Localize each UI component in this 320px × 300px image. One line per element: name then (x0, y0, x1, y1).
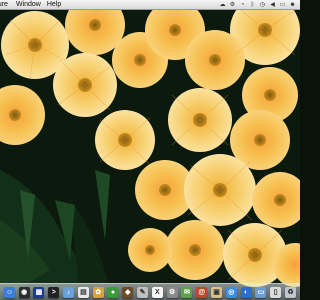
app-store-icon[interactable]: ◐ (240, 286, 252, 298)
safari-icon[interactable]: ◎ (225, 286, 237, 298)
ical-icon[interactable]: ▤ (77, 286, 89, 298)
address-book-icon[interactable]: @ (196, 286, 208, 298)
bluetooth-icon[interactable]: ᛒ (248, 1, 257, 9)
menu-extras: ☁ ⚙ ◔ ᛒ ◷ ◀ ▭ ☻ (218, 1, 300, 9)
app-icon[interactable]: ◆ (122, 286, 134, 298)
system-preferences-icon[interactable]: ⚙ (166, 286, 178, 298)
dashboard-icon[interactable]: ◉ (18, 286, 30, 298)
menu-item-capture[interactable]: pture (0, 0, 16, 9)
menu-bar: pture Window Help ☁ ⚙ ◔ ᛒ ◷ ◀ ▭ ☻ (0, 0, 300, 10)
clock-icon[interactable]: ◷ (258, 1, 267, 9)
mail-icon[interactable]: ✉ (181, 286, 193, 298)
itunes-icon[interactable]: ♪ (63, 286, 75, 298)
script-editor-icon[interactable]: ✎ (137, 286, 149, 298)
menu-item-window[interactable]: Window (16, 0, 47, 9)
volume-icon[interactable]: ◀ (268, 1, 277, 9)
x11-icon[interactable]: X (151, 286, 163, 298)
folder-icon[interactable]: ▭ (255, 286, 267, 298)
finder-icon[interactable]: ☺ (3, 286, 15, 298)
desktop-wallpaper (0, 0, 300, 300)
terminal-icon[interactable]: > (48, 286, 60, 298)
expose-icon[interactable]: ▦ (33, 286, 45, 298)
cloud-icon[interactable]: ☁ (218, 1, 227, 9)
ichat-icon[interactable]: ● (107, 286, 119, 298)
dock: ☺ ◉ ▦ > ♪ ▤ ✿ ● ◆ ✎ X ⚙ ✉ @ ▣ ◎ ◐ ▭ ▯ ♻ (0, 283, 300, 300)
trash-icon[interactable]: ♻ (285, 286, 297, 298)
preview-icon[interactable]: ▣ (211, 286, 223, 298)
document-icon[interactable]: ▯ (270, 286, 282, 298)
battery-icon[interactable]: ▭ (278, 1, 287, 9)
iphoto-icon[interactable]: ✿ (92, 286, 104, 298)
desktop-screen: pture Window Help ☁ ⚙ ◔ ᛒ ◷ ◀ ▭ ☻ ☺◉▦>♪▤… (0, 0, 300, 300)
gear-icon[interactable]: ⚙ (228, 1, 237, 9)
menu-item-help[interactable]: Help (47, 0, 67, 9)
wifi-icon[interactable]: ◔ (238, 1, 247, 9)
user-icon[interactable]: ☻ (288, 1, 297, 9)
